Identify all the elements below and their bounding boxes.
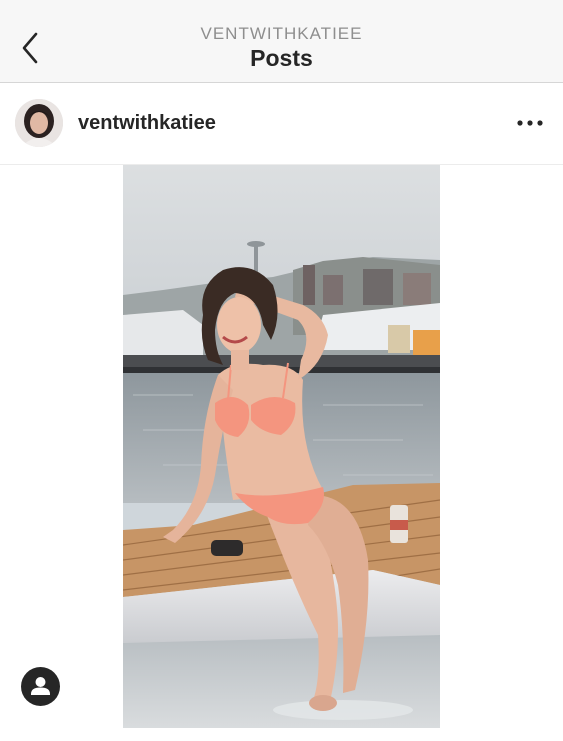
post-username[interactable]: ventwithkatiee: [78, 112, 216, 135]
post-header: ventwithkatiee: [0, 83, 563, 165]
post-photo[interactable]: [123, 165, 440, 728]
user-tag-icon: [31, 677, 50, 695]
avatar-photo: [15, 99, 63, 147]
more-horizontal-icon: [517, 120, 543, 126]
post-photo-illustration: [123, 165, 440, 728]
nav-bar: VENTWITHKATIEE Posts: [0, 0, 563, 83]
page-title: Posts: [250, 45, 313, 71]
tagged-users-button[interactable]: [21, 667, 60, 706]
avatar[interactable]: [15, 99, 63, 147]
more-options-button[interactable]: [515, 110, 545, 136]
profile-username-heading: VENTWITHKATIEE: [200, 24, 363, 43]
